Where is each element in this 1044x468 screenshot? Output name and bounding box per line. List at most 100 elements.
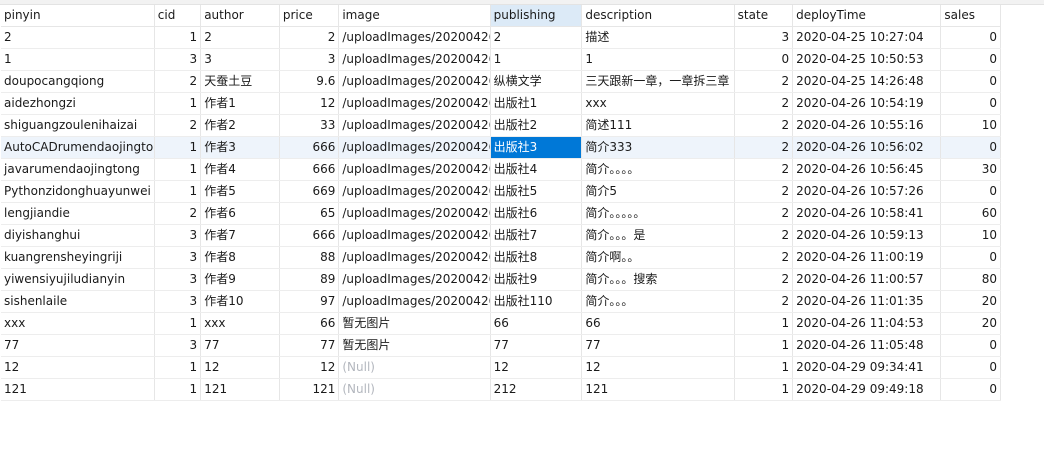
- cell-price[interactable]: 9.6: [279, 70, 340, 93]
- cell-image[interactable]: /uploadImages/20200426: [338, 136, 491, 159]
- cell-image[interactable]: /uploadImages/20200426: [338, 246, 491, 269]
- cell-author[interactable]: 121: [200, 378, 280, 401]
- cell-author[interactable]: 作者4: [200, 158, 280, 181]
- cell-state[interactable]: 2: [734, 290, 794, 313]
- table-row[interactable]: kuangrensheyingriji 3 作者8 88/uploadImages/2…: [1, 246, 1001, 269]
- cell-publishing[interactable]: 1: [490, 48, 583, 71]
- cell-publishing[interactable]: 出版社9: [490, 268, 583, 291]
- cell-image[interactable]: /uploadImages/20200426: [338, 48, 491, 71]
- cell-deploytime[interactable]: 2020-04-26 11:04:53: [792, 312, 942, 335]
- cell-image[interactable]: /uploadImages/20200426: [338, 114, 491, 137]
- cell-sales[interactable]: 0: [940, 356, 1001, 379]
- cell-publishing[interactable]: 出版社5: [490, 180, 583, 203]
- cell-publishing[interactable]: 出版社8: [490, 246, 583, 269]
- cell-pinyin[interactable]: diyishanghui: [1, 224, 155, 247]
- cell-pinyin[interactable]: sishenlaile: [1, 290, 155, 313]
- cell-author[interactable]: 作者1: [200, 92, 280, 115]
- cell-pinyin[interactable]: 121: [1, 378, 155, 401]
- cell-image[interactable]: 暂无图片: [338, 312, 491, 335]
- cell-state[interactable]: 2: [734, 136, 794, 159]
- column-header-description[interactable]: description: [581, 5, 735, 27]
- cell-image[interactable]: /uploadImages/20200426: [338, 158, 491, 181]
- cell-sales[interactable]: 10: [940, 114, 1001, 137]
- cell-author[interactable]: 作者8: [200, 246, 280, 269]
- cell-image[interactable]: /uploadImages/20200426: [338, 202, 491, 225]
- cell-author[interactable]: 作者7: [200, 224, 280, 247]
- cell-state[interactable]: 2: [734, 114, 794, 137]
- cell-cid[interactable]: 2: [154, 202, 202, 225]
- cell-deploytime[interactable]: 2020-04-26 11:00:19: [792, 246, 942, 269]
- cell-state[interactable]: 1: [734, 378, 794, 401]
- cell-image[interactable]: (Null): [338, 378, 491, 401]
- cell-description[interactable]: 1: [581, 48, 735, 71]
- cell-publishing[interactable]: 出版社4: [490, 158, 583, 181]
- cell-author[interactable]: xxx: [200, 312, 280, 335]
- cell-cid[interactable]: 1: [154, 158, 202, 181]
- cell-sales[interactable]: 20: [940, 312, 1001, 335]
- cell-author[interactable]: 作者5: [200, 180, 280, 203]
- cell-cid[interactable]: 2: [154, 70, 202, 93]
- cell-description[interactable]: 77: [581, 334, 735, 357]
- table-row[interactable]: shiguangzoulenihaizai 2 作者2 33/uploadImages…: [1, 114, 1001, 137]
- table-row[interactable]: 2 1 2 2/uploadImages/20200426 2 描述 3 2020-04-25…: [1, 26, 1001, 49]
- column-header-publishing[interactable]: publishing: [490, 5, 583, 27]
- cell-price[interactable]: 669: [279, 180, 340, 203]
- cell-state[interactable]: 2: [734, 92, 794, 115]
- cell-state[interactable]: 2: [734, 224, 794, 247]
- cell-publishing[interactable]: 2: [490, 26, 583, 49]
- cell-price[interactable]: 77: [279, 334, 340, 357]
- table-row[interactable]: aidezhongzi 1 作者1 12/uploadImages/20200426 出…: [1, 92, 1001, 115]
- cell-cid[interactable]: 3: [154, 246, 202, 269]
- cell-state[interactable]: 0: [734, 48, 794, 71]
- cell-pinyin[interactable]: shiguangzoulenihaizai: [1, 114, 155, 137]
- cell-pinyin[interactable]: xxx: [1, 312, 155, 335]
- cell-state[interactable]: 2: [734, 202, 794, 225]
- cell-price[interactable]: 65: [279, 202, 340, 225]
- cell-description[interactable]: 121: [581, 378, 735, 401]
- cell-description[interactable]: 简介。。。搜索: [581, 268, 735, 291]
- cell-description[interactable]: 简介5: [581, 180, 735, 203]
- cell-cid[interactable]: 1: [154, 356, 202, 379]
- cell-price[interactable]: 97: [279, 290, 340, 313]
- cell-cid[interactable]: 3: [154, 334, 202, 357]
- cell-image[interactable]: (Null): [338, 356, 491, 379]
- cell-deploytime[interactable]: 2020-04-26 10:58:41: [792, 202, 942, 225]
- cell-price[interactable]: 3: [279, 48, 340, 71]
- cell-sales[interactable]: 0: [940, 70, 1001, 93]
- cell-publishing[interactable]: 出版社3: [490, 136, 583, 159]
- cell-deploytime[interactable]: 2020-04-29 09:49:18: [792, 378, 942, 401]
- cell-cid[interactable]: 3: [154, 268, 202, 291]
- cell-publishing[interactable]: 12: [490, 356, 583, 379]
- table-row[interactable]: lengjiandie 2 作者6 65/uploadImages/20200426 出…: [1, 202, 1001, 225]
- cell-state[interactable]: 2: [734, 268, 794, 291]
- cell-cid[interactable]: 1: [154, 378, 202, 401]
- cell-sales[interactable]: 0: [940, 92, 1001, 115]
- table-row[interactable]: 1 3 3 3/uploadImages/20200426 1 1 0 2020-04-25 …: [1, 48, 1001, 71]
- cell-image[interactable]: 暂无图片: [338, 334, 491, 357]
- column-header-price[interactable]: price: [279, 5, 340, 27]
- table-row[interactable]: doupocangqiong 2 天蚕土豆 9.6/uploadImages/2020…: [1, 70, 1001, 93]
- cell-description[interactable]: 简介。。。。: [581, 158, 735, 181]
- column-header-author[interactable]: author: [200, 5, 280, 27]
- cell-state[interactable]: 1: [734, 334, 794, 357]
- cell-price[interactable]: 666: [279, 136, 340, 159]
- cell-pinyin[interactable]: AutoCADrumendaojingtong: [1, 136, 155, 159]
- cell-price[interactable]: 33: [279, 114, 340, 137]
- cell-sales[interactable]: 0: [940, 334, 1001, 357]
- cell-image[interactable]: /uploadImages/20200426: [338, 180, 491, 203]
- cell-sales[interactable]: 0: [940, 246, 1001, 269]
- cell-author[interactable]: 作者10: [200, 290, 280, 313]
- cell-publishing[interactable]: 纵横文学: [490, 70, 583, 93]
- table-row[interactable]: xxx 1 xxx 66 暂无图片 66 66 1 2020-04-26 11:04:53 20: [1, 312, 1001, 335]
- table-row[interactable]: diyishanghui 3 作者7 666/uploadImages/2020042…: [1, 224, 1001, 247]
- cell-cid[interactable]: 1: [154, 312, 202, 335]
- cell-description[interactable]: 简介333: [581, 136, 735, 159]
- cell-pinyin[interactable]: lengjiandie: [1, 202, 155, 225]
- cell-pinyin[interactable]: aidezhongzi: [1, 92, 155, 115]
- cell-author[interactable]: 天蚕土豆: [200, 70, 280, 93]
- cell-publishing[interactable]: 出版社6: [490, 202, 583, 225]
- cell-image[interactable]: /uploadImages/20200426: [338, 224, 491, 247]
- cell-publishing[interactable]: 出版社1: [490, 92, 583, 115]
- cell-image[interactable]: /uploadImages/20200426: [338, 70, 491, 93]
- cell-pinyin[interactable]: kuangrensheyingriji: [1, 246, 155, 269]
